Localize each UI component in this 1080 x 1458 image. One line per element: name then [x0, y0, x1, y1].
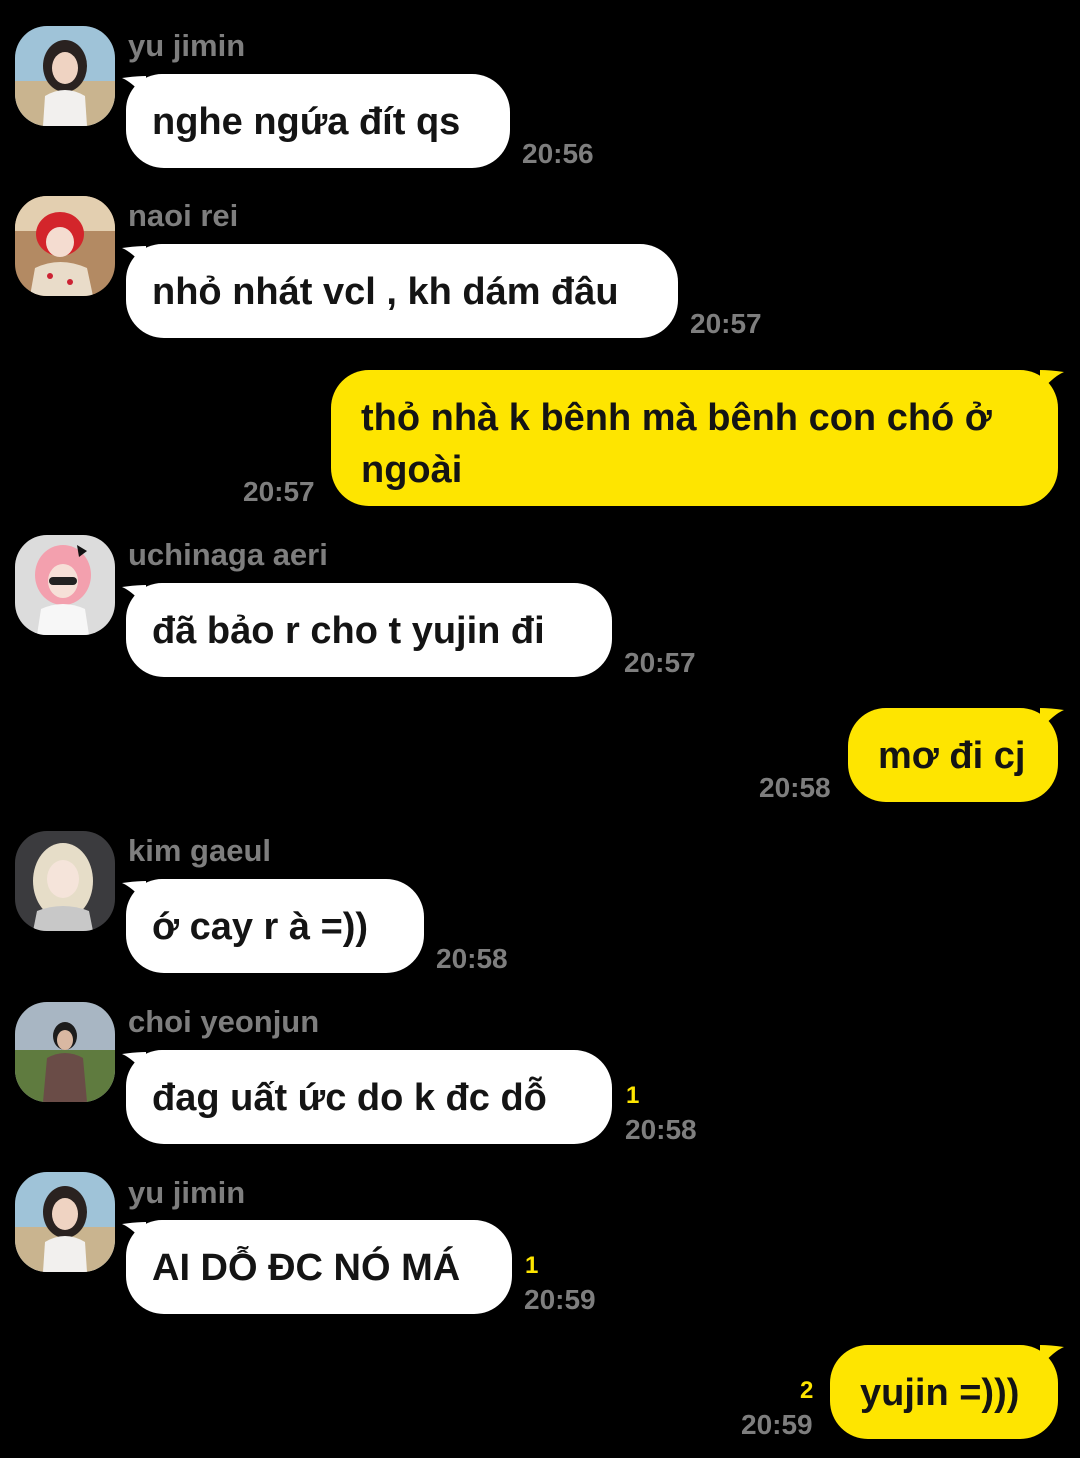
bubble-tail: [1040, 708, 1064, 730]
unread-count: 2: [800, 1377, 814, 1404]
sender-name: kim gaeul: [128, 833, 271, 868]
my-message-bubble[interactable]: yujin =))): [830, 1345, 1058, 1439]
sender-name: naoi rei: [128, 198, 239, 233]
avatar[interactable]: [15, 535, 115, 635]
message-bubble[interactable]: AI DỖ ĐC NÓ MÁ: [126, 1220, 512, 1314]
sender-name: uchinaga aeri: [128, 537, 328, 572]
message-bubble[interactable]: nhỏ nhát vcl , kh dám đâu: [126, 244, 678, 338]
my-message-bubble[interactable]: mơ đi cj: [848, 708, 1058, 802]
avatar[interactable]: [15, 1002, 115, 1102]
avatar[interactable]: [15, 196, 115, 296]
unread-count: 1: [525, 1252, 539, 1279]
sender-name: yu jimin: [128, 1175, 246, 1210]
message-time: 20:59: [741, 1409, 813, 1440]
avatar[interactable]: [15, 26, 115, 126]
message-time: 20:58: [436, 943, 508, 974]
sender-name: choi yeonjun: [128, 1004, 320, 1039]
avatar[interactable]: [15, 831, 115, 931]
message-time: 20:57: [690, 308, 762, 339]
message-time: 20:57: [243, 476, 315, 507]
my-message-bubble[interactable]: thỏ nhà k bênh mà bênh con chó ở ngoài: [331, 370, 1058, 506]
message-time: 20:58: [625, 1114, 697, 1145]
message-time: 20:57: [624, 647, 696, 678]
message-bubble[interactable]: ớ cay r à =)): [126, 879, 424, 973]
unread-count: 1: [626, 1082, 640, 1109]
sender-name: yu jimin: [128, 28, 246, 63]
avatar[interactable]: [15, 1172, 115, 1272]
message-bubble[interactable]: đã bảo r cho t yujin đi: [126, 583, 612, 677]
message-time: 20:59: [524, 1284, 596, 1315]
bubble-tail: [1040, 1345, 1064, 1367]
message-bubble[interactable]: đag uất ức do k đc dỗ: [126, 1050, 612, 1144]
bubble-tail: [1040, 370, 1064, 392]
message-time: 20:56: [522, 138, 594, 169]
message-time: 20:58: [759, 772, 831, 803]
message-bubble[interactable]: nghe ngứa đít qs: [126, 74, 510, 168]
